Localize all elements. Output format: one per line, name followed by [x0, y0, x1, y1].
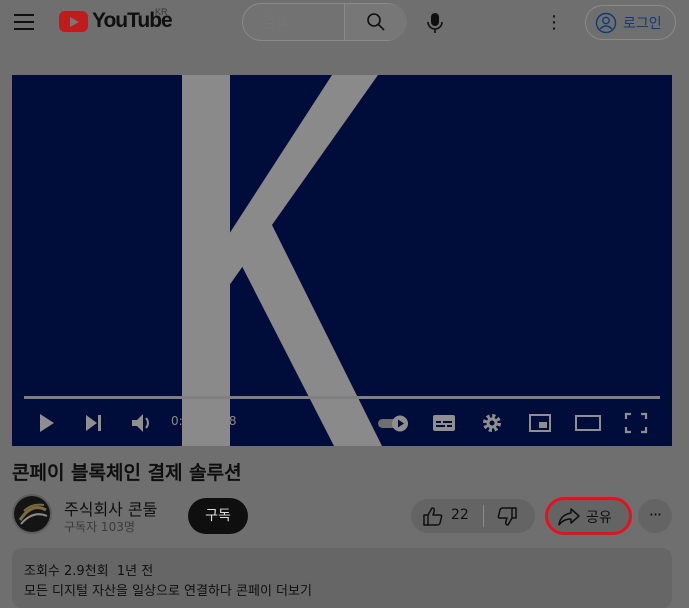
- subscribe-button[interactable]: 구독: [188, 498, 248, 534]
- microphone-icon: [427, 13, 443, 33]
- description-meta: 조회수 2.9천회 1년 전: [24, 560, 153, 579]
- channel-logo-icon: [14, 496, 50, 532]
- like-dislike-group: 22: [411, 499, 535, 533]
- search-input[interactable]: [261, 4, 341, 40]
- like-count: 22: [451, 507, 469, 523]
- subtitles-icon[interactable]: [432, 408, 456, 438]
- video-frame-k-logo: [182, 75, 382, 446]
- search-box: [242, 3, 407, 41]
- settings-gear-icon[interactable]: [480, 408, 504, 438]
- channel-avatar[interactable]: [12, 494, 52, 534]
- subscriber-count: 구독자 103명: [64, 520, 135, 534]
- time-display: 0:00 / 0:28: [171, 414, 237, 428]
- dislike-button[interactable]: [484, 499, 535, 533]
- masthead: YouTube KR ⋮ 로그인: [0, 0, 689, 46]
- search-icon: [367, 13, 385, 31]
- video-player[interactable]: 0:00 / 0:28: [12, 75, 672, 446]
- next-icon[interactable]: [83, 408, 105, 438]
- volume-icon[interactable]: [130, 408, 154, 438]
- logo-region: KR: [155, 7, 168, 17]
- more-actions-button[interactable]: ···: [638, 499, 672, 533]
- share-label: 공유: [586, 510, 612, 526]
- progress-bar[interactable]: [24, 396, 660, 399]
- thumbs-up-icon: [423, 507, 443, 526]
- share-arrow-icon: [558, 508, 580, 526]
- account-icon: [595, 12, 617, 34]
- share-button[interactable]: 공유: [545, 497, 632, 535]
- channel-name[interactable]: 주식회사 콘둘: [64, 496, 157, 520]
- video-title: 콘페이 블록체인 결제 솔루션: [12, 462, 242, 484]
- description-box[interactable]: 조회수 2.9천회 1년 전 모든 디지털 자산을 일상으로 연결하다 콘페이 …: [12, 548, 672, 608]
- view-count: 조회수 2.9천회: [24, 564, 109, 579]
- login-button[interactable]: 로그인: [585, 5, 676, 40]
- login-label: 로그인: [623, 16, 662, 32]
- like-button[interactable]: 22: [411, 499, 483, 533]
- autoplay-toggle-icon[interactable]: [376, 408, 412, 438]
- youtube-play-icon: [59, 11, 88, 32]
- mic-button[interactable]: [424, 11, 446, 35]
- search-button[interactable]: [344, 4, 407, 40]
- miniplayer-icon[interactable]: [528, 408, 552, 438]
- menu-icon[interactable]: [12, 10, 36, 34]
- thumbs-down-icon: [497, 507, 517, 526]
- upload-age: 1년 전: [116, 564, 154, 579]
- fullscreen-icon[interactable]: [624, 408, 648, 438]
- theater-mode-icon[interactable]: [574, 408, 602, 438]
- play-icon[interactable]: [36, 408, 58, 438]
- more-options-icon[interactable]: ⋮: [545, 11, 563, 35]
